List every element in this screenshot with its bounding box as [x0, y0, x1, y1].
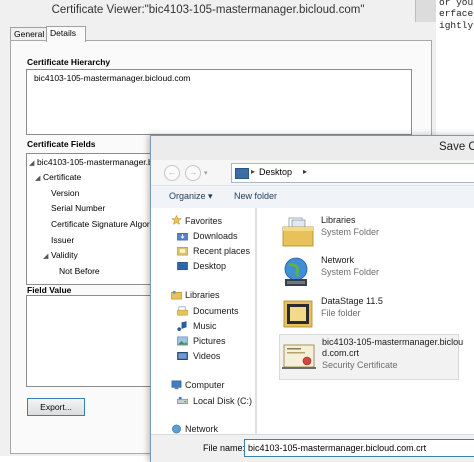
documents-icon: [177, 306, 188, 316]
fields-label: Certificate Fields: [27, 139, 96, 149]
expand-arrow-icon[interactable]: ◢: [29, 159, 37, 167]
editor-line: erface: [439, 8, 474, 19]
file-item[interactable]: Libraries System Folder: [257, 213, 474, 253]
libraries-folder-icon: [282, 217, 314, 247]
star-icon: [171, 215, 182, 225]
tab-details[interactable]: Details: [46, 26, 86, 42]
field-label: bic4103-105-mastermanager.bi: [37, 157, 155, 167]
file-name: Network: [321, 255, 355, 265]
videos-icon: [177, 352, 188, 360]
field-item[interactable]: ◢ Validity: [43, 250, 78, 260]
file-name: bic4103-105-mastermanager.biclou: [322, 337, 464, 347]
field-label: Certificate Signature Algor: [51, 219, 150, 229]
file-name: DataStage 11.5: [321, 296, 383, 306]
title-bar[interactable]: Certificate Viewer:"bic4103-105-masterma…: [0, 0, 436, 26]
certificate-icon: [282, 344, 316, 369]
window-title: Certificate Viewer:"bic4103-105-masterma…: [51, 4, 365, 16]
file-item[interactable]: Network System Folder: [257, 253, 474, 293]
editor-line: or you: [439, 0, 474, 8]
music-icon: [177, 321, 187, 331]
navigation-bar: ← → ▾ ▸ Desktop ▸: [151, 160, 474, 185]
save-dialog: Save Ce ← → ▾ ▸ Desktop ▸ Organize ▾ New…: [150, 135, 474, 462]
nav-pictures[interactable]: Pictures: [193, 336, 226, 346]
expand-arrow-icon[interactable]: ◢: [35, 174, 43, 182]
address-bar[interactable]: ▸ Desktop ▸: [231, 163, 474, 183]
nav-computer[interactable]: Computer: [185, 380, 225, 390]
local-disk-icon: [177, 396, 188, 405]
file-type: System Folder: [321, 227, 380, 237]
recent-locations-dropdown-icon[interactable]: ▾: [204, 169, 208, 177]
navigation-pane: Favorites Downloads Recent places Deskto…: [151, 208, 255, 434]
forward-button[interactable]: →: [185, 165, 201, 181]
file-list: Libraries System Folder Network System F…: [257, 208, 474, 434]
file-item[interactable]: DataStage 11.5 File folder: [257, 294, 474, 334]
field-item[interactable]: ◢ Certificate: [35, 172, 81, 182]
field-item[interactable]: Issuer: [51, 235, 74, 245]
field-label: Serial Number: [51, 203, 106, 213]
hierarchy-tree[interactable]: bic4103-105-mastermanager.bicloud.com: [26, 69, 412, 135]
fields-tree[interactable]: ◢ bic4103-105-mastermanager.bi ◢ Certifica…: [26, 153, 158, 285]
field-item[interactable]: Not Before: [59, 266, 100, 276]
text-editor[interactable]: or you erface ightly: [436, 0, 474, 135]
libraries-icon: [171, 290, 182, 300]
recent-places-icon: [177, 247, 188, 256]
organize-button[interactable]: Organize ▾: [169, 191, 213, 202]
file-type: System Folder: [321, 267, 380, 277]
nav-downloads[interactable]: Downloads: [193, 231, 238, 241]
nav-videos[interactable]: Videos: [193, 351, 220, 361]
file-name-continued: d.com.crt: [322, 348, 360, 358]
field-value-label: Field Value: [27, 285, 72, 295]
field-label: Issuer: [51, 235, 75, 245]
nav-favorites[interactable]: Favorites: [185, 216, 222, 226]
file-type: File folder: [321, 308, 361, 318]
nav-local-disk[interactable]: Local Disk (C:): [193, 396, 252, 406]
desktop-icon: [235, 168, 249, 179]
field-label: Validity: [51, 250, 78, 260]
expand-arrow-icon[interactable]: ◢: [43, 252, 51, 260]
field-item[interactable]: Serial Number: [51, 203, 105, 213]
back-button[interactable]: ←: [164, 165, 180, 181]
breadcrumb-separator-icon[interactable]: ▸: [251, 167, 255, 176]
field-label: Not Before: [59, 266, 100, 276]
pictures-icon: [177, 336, 188, 346]
toolbar: Organize ▾ New folder: [151, 185, 474, 209]
folder-icon: [283, 300, 313, 328]
field-label: Certificate: [43, 172, 82, 182]
dialog-title: Save Ce: [439, 141, 474, 153]
file-name-row: File name: bic4103-105-mastermanager.bic…: [151, 434, 474, 462]
file-type: Security Certificate: [322, 360, 398, 370]
title-bar[interactable]: Save Ce: [151, 136, 474, 160]
field-value-box[interactable]: [26, 295, 158, 387]
new-folder-button[interactable]: New folder: [234, 191, 277, 201]
breadcrumb-arrow-icon[interactable]: ▸: [303, 167, 307, 176]
nav-libraries[interactable]: Libraries: [185, 290, 220, 300]
export-button[interactable]: Export...: [27, 398, 85, 416]
downloads-folder-icon: [177, 232, 188, 241]
file-name-label: File name:: [203, 443, 246, 453]
network-globe-icon: [284, 257, 308, 286]
close-button[interactable]: [415, 0, 436, 22]
field-label: Version: [51, 188, 80, 198]
breadcrumb-desktop[interactable]: Desktop: [259, 167, 292, 177]
file-item-certificate[interactable]: bic4103-105-mastermanager.biclou d.com.c…: [279, 334, 463, 380]
file-name-input[interactable]: bic4103-105-mastermanager.bicloud.com.cr…: [244, 439, 474, 457]
nav-documents[interactable]: Documents: [193, 306, 239, 316]
field-item[interactable]: Certificate Signature Algor: [51, 219, 150, 229]
field-item[interactable]: ◢ bic4103-105-mastermanager.bi: [29, 157, 155, 167]
editor-line: ightly: [439, 20, 474, 31]
file-name: Libraries: [321, 215, 356, 225]
computer-icon: [171, 380, 182, 390]
network-icon: [172, 424, 181, 434]
field-item[interactable]: Version: [51, 188, 79, 198]
hierarchy-label: Certificate Hierarchy: [27, 57, 111, 67]
nav-desktop[interactable]: Desktop: [193, 261, 226, 271]
nav-music[interactable]: Music: [193, 321, 217, 331]
nav-network[interactable]: Network: [185, 424, 218, 434]
nav-recent-places[interactable]: Recent places: [193, 246, 250, 256]
desktop-icon: [177, 262, 188, 270]
hierarchy-item[interactable]: bic4103-105-mastermanager.bicloud.com: [34, 73, 190, 83]
